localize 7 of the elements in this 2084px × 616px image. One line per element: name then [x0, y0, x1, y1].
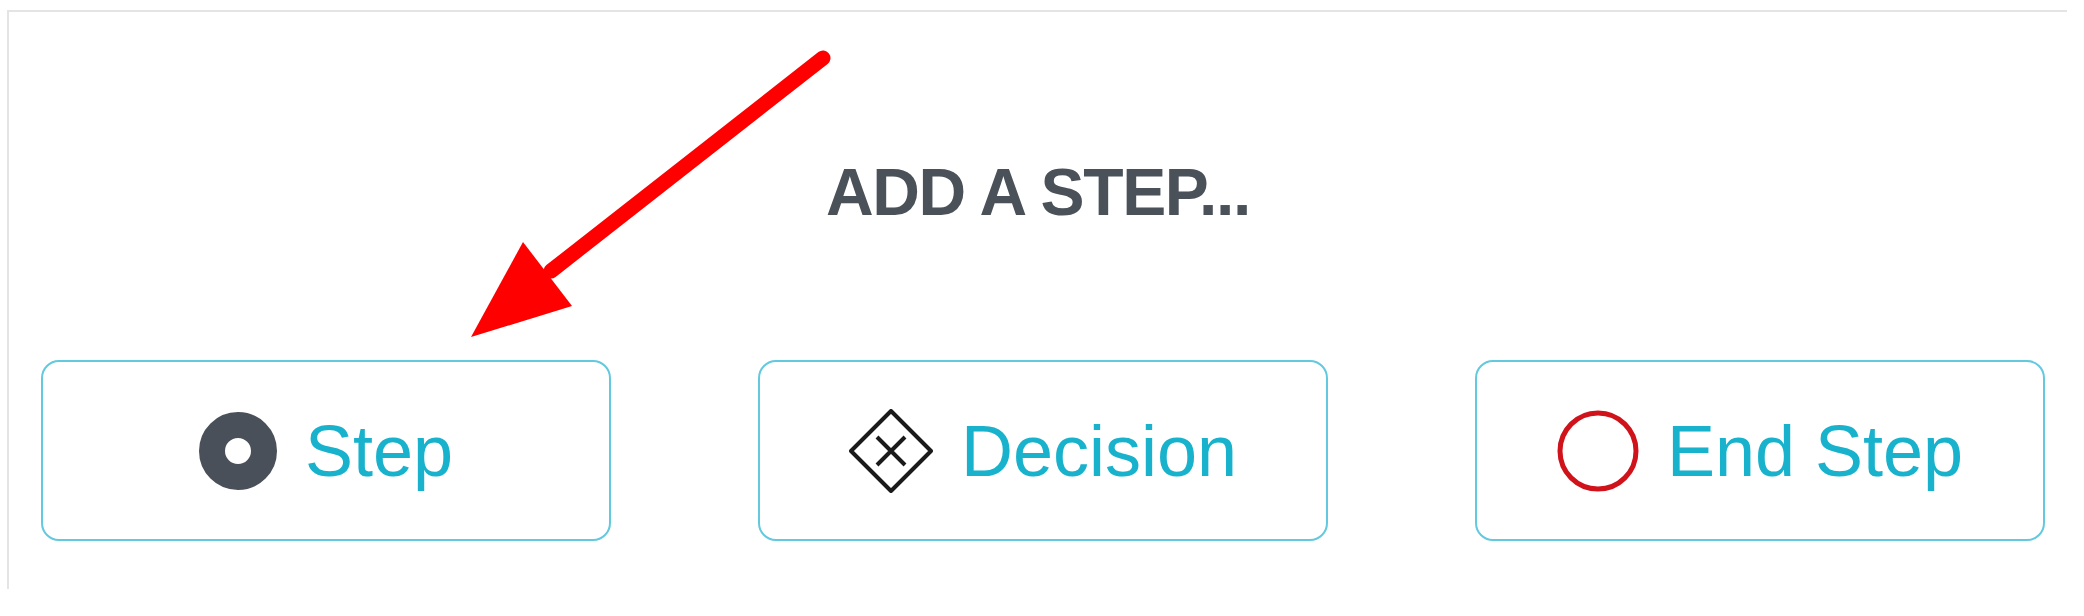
add-step-button[interactable]: Decision	[758, 360, 1328, 541]
ring-icon	[198, 411, 277, 490]
add-step-button[interactable]: Step	[41, 360, 611, 541]
diamond-cross-icon	[848, 408, 933, 493]
add-step-button[interactable]: End Step	[1475, 360, 2045, 541]
circle-icon	[1556, 409, 1639, 492]
section-heading: ADD A STEP...	[825, 159, 1251, 225]
